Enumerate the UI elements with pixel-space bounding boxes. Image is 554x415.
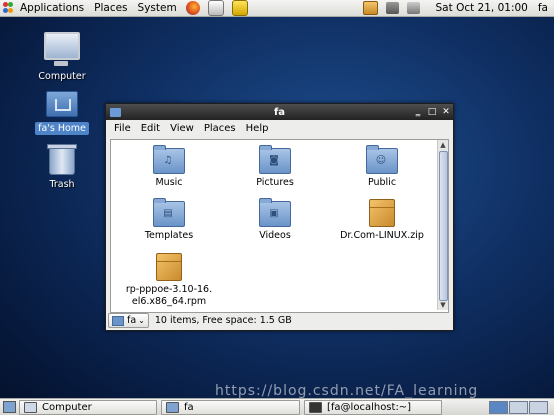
window-menubar: File Edit View Places Help <box>106 120 453 137</box>
taskbar-item-fa[interactable]: fa <box>161 399 300 415</box>
file-item-label: Music <box>155 177 183 188</box>
system-tray: Sat Oct 21, 01:00 fa <box>359 1 554 15</box>
task-label: [fa@localhost:~] <box>327 401 412 413</box>
watermark: https://blog.csdn.net/FA_learning <box>215 383 479 399</box>
applications-menu[interactable]: Applications <box>0 0 89 16</box>
taskbar-item-terminal[interactable]: [fa@localhost:~] <box>304 399 442 415</box>
desktop-icon-label: fa's Home <box>35 122 89 135</box>
window-title: fa <box>273 106 286 118</box>
places-menu[interactable]: Places <box>89 0 132 16</box>
status-text: 10 items, Free space: 1.5 GB <box>154 315 292 326</box>
status-bar: fa ⌄ 10 items, Free space: 1.5 GB <box>106 311 453 330</box>
menu-help[interactable]: Help <box>241 123 274 134</box>
clock[interactable]: Sat Oct 21, 01:00 <box>436 2 528 14</box>
videos-folder-icon: ▣ <box>259 198 291 227</box>
file-item-templates[interactable]: ▤ Templates <box>119 198 219 242</box>
window-titlebar[interactable]: fa ‗ □ ✕ <box>106 104 453 120</box>
public-folder-icon: ☺ <box>366 145 398 174</box>
volume-icon[interactable] <box>385 2 399 14</box>
file-item-label: Public <box>367 177 397 188</box>
user-switcher[interactable]: fa <box>538 2 548 14</box>
maximize-icon[interactable]: □ <box>425 107 439 117</box>
task-label: Computer <box>42 401 92 413</box>
file-item-label: rp-pppoe-3.10-16. el6.x86_64.rpm <box>125 284 213 307</box>
file-item-label: Dr.Com-LINUX.zip <box>340 230 424 241</box>
task-label: fa <box>184 401 194 413</box>
menu-places[interactable]: Places <box>199 123 241 134</box>
system-menu[interactable]: System <box>133 0 182 16</box>
system-label: System <box>137 2 177 14</box>
home-folder-icon <box>46 91 78 117</box>
file-view[interactable]: ♫ Music ◙ Pictures ☺ Public ▤ Templates … <box>110 139 449 313</box>
workspace-3[interactable] <box>529 400 548 414</box>
vertical-scrollbar[interactable]: ▲ ▼ <box>437 140 448 310</box>
file-item-videos[interactable]: ▣ Videos <box>225 198 325 242</box>
firefox-launcher-icon[interactable] <box>185 1 200 15</box>
music-folder-icon: ♫ <box>153 145 185 174</box>
desktop-icon-computer[interactable]: Computer <box>27 32 97 83</box>
desktop-icon-home[interactable]: fa's Home <box>27 91 97 135</box>
show-desktop-icon[interactable] <box>3 401 16 413</box>
folder-window-icon[interactable] <box>110 107 121 117</box>
computer-icon <box>24 401 37 413</box>
workspace-switcher <box>488 400 548 414</box>
taskbar-item-computer[interactable]: Computer <box>19 399 157 415</box>
top-panel: Applications Places System Sat Oct 21, 0… <box>0 0 554 17</box>
pictures-folder-icon: ◙ <box>259 145 291 174</box>
file-manager-window: fa ‗ □ ✕ File Edit View Places Help ♫ Mu… <box>105 103 454 331</box>
network-icon[interactable] <box>406 2 420 14</box>
computer-icon <box>44 32 80 66</box>
package-icon <box>156 253 182 281</box>
place-selector[interactable]: fa ⌄ <box>108 313 149 328</box>
scroll-up-icon[interactable]: ▲ <box>438 140 448 150</box>
file-item-music[interactable]: ♫ Music <box>119 145 219 189</box>
desktop-icon-label: Computer <box>38 71 86 82</box>
folder-icon <box>166 401 179 413</box>
desktop-icon-trash[interactable]: Trash <box>27 144 97 191</box>
workspace-1[interactable] <box>489 400 508 414</box>
places-label: Places <box>94 2 128 14</box>
archive-icon <box>369 199 395 227</box>
file-item-label: Videos <box>259 230 291 241</box>
close-icon[interactable]: ✕ <box>439 107 453 117</box>
file-item-zip[interactable]: Dr.Com-LINUX.zip <box>332 199 432 242</box>
gnome-foot-icon <box>3 2 17 14</box>
bottom-panel: Computer fa [fa@localhost:~] <box>0 398 554 415</box>
menu-edit[interactable]: Edit <box>136 123 165 134</box>
file-item-public[interactable]: ☺ Public <box>332 145 432 189</box>
menu-file[interactable]: File <box>109 123 136 134</box>
file-item-pictures[interactable]: ◙ Pictures <box>225 145 325 189</box>
folder-icon <box>112 315 124 326</box>
chevron-down-icon: ⌄ <box>138 316 145 325</box>
scroll-thumb[interactable] <box>439 151 448 301</box>
trash-icon <box>47 144 77 175</box>
file-item-label: Pictures <box>256 177 294 188</box>
file-item-label: Templates <box>144 230 194 241</box>
desktop-icon-label: Trash <box>49 179 75 190</box>
update-icon[interactable] <box>362 1 378 15</box>
notes-launcher-icon[interactable] <box>231 0 248 16</box>
scroll-down-icon[interactable]: ▼ <box>438 300 448 310</box>
workspace-2[interactable] <box>509 400 528 414</box>
place-selector-label: fa <box>127 315 137 326</box>
mail-launcher-icon[interactable] <box>207 0 224 16</box>
applications-label: Applications <box>20 2 85 14</box>
file-item-rpm[interactable]: rp-pppoe-3.10-16. el6.x86_64.rpm <box>119 253 219 308</box>
templates-folder-icon: ▤ <box>153 198 185 227</box>
terminal-icon <box>309 401 322 413</box>
menu-view[interactable]: View <box>165 123 199 134</box>
minimize-icon[interactable]: ‗ <box>411 107 425 117</box>
